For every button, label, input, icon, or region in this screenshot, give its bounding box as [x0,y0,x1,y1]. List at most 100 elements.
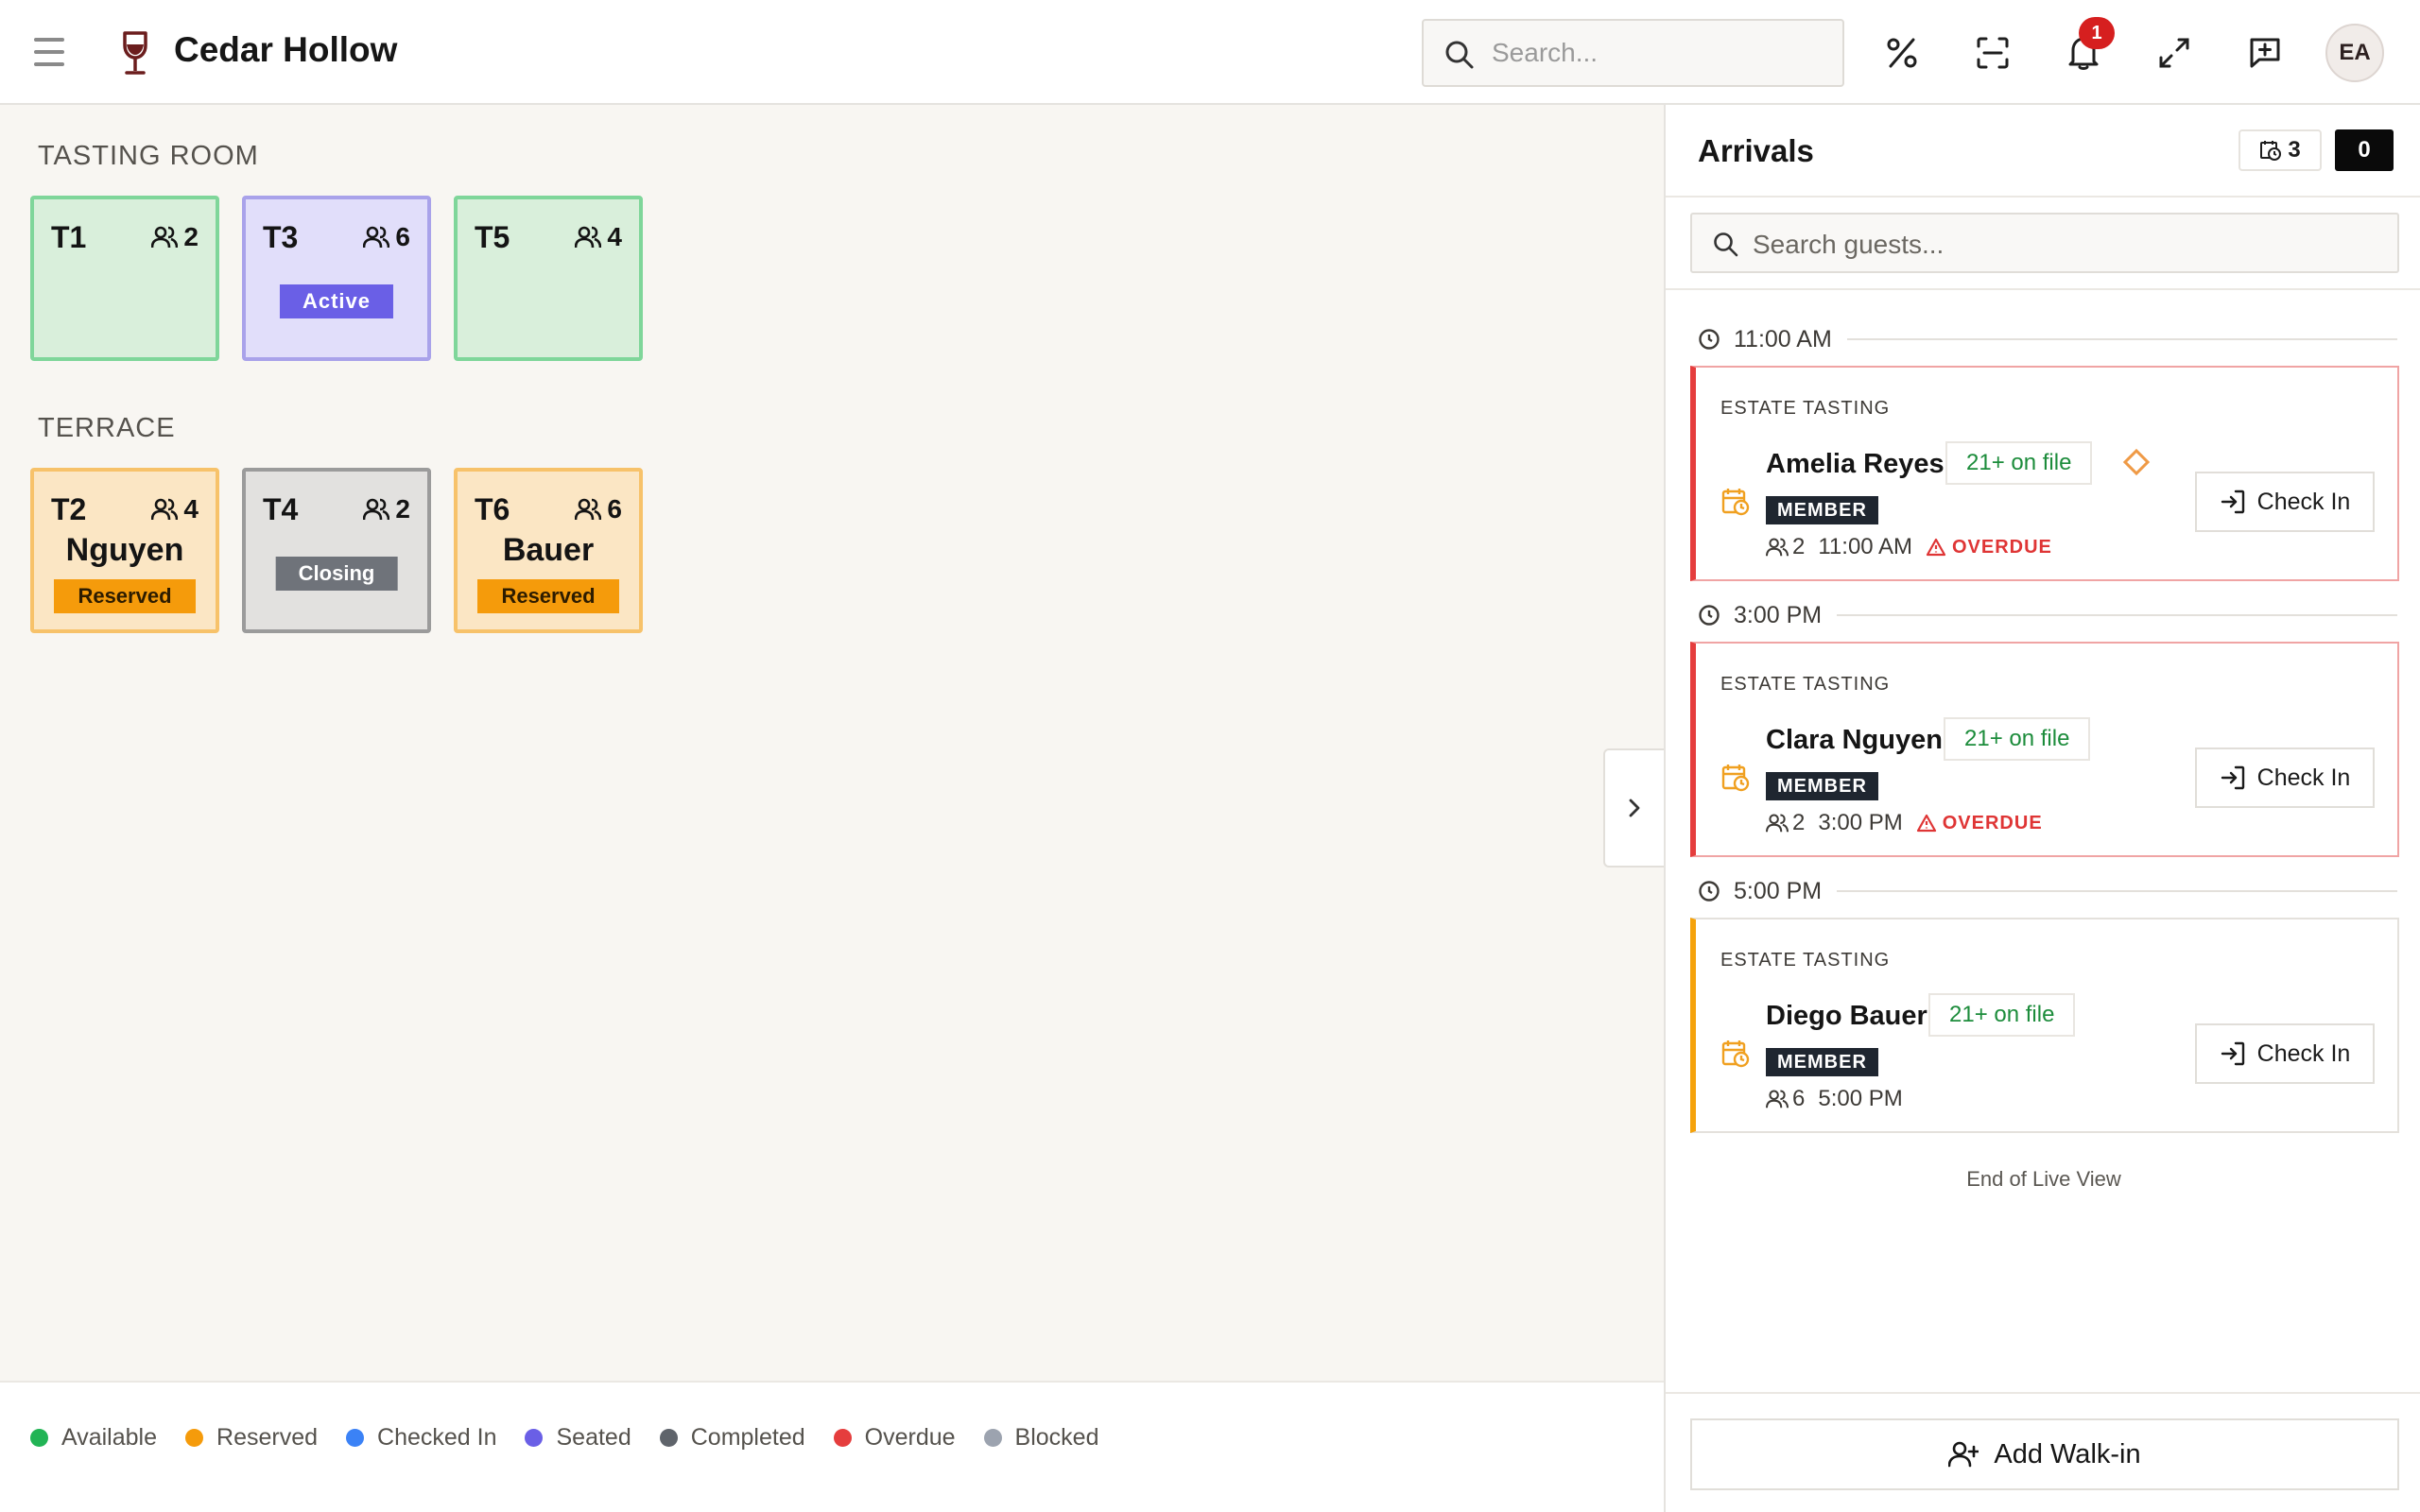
party-size: 6 [1766,1086,1805,1112]
arrivals-count-badge[interactable]: 3 [2238,129,2322,171]
reservation-meta: 6 5:00 PM [1766,1086,1903,1112]
login-icon [2221,490,2244,514]
reserved-dot-icon [185,1429,204,1447]
arrivals-panel: Arrivals 3 0 11:00 AM ESTATE TASTING Ame… [1664,105,2420,1512]
warning-icon [1916,814,1936,833]
legend-item-reserved: Reserved [185,1424,318,1452]
global-search-input[interactable] [1492,34,1832,72]
check-in-label: Check In [2256,764,2351,791]
arrivals-count: 3 [2288,137,2301,163]
note-diamond-icon[interactable] [2122,448,2151,476]
scan-icon[interactable] [1974,34,2012,72]
table-card-t4[interactable]: T4 2 Closing [242,468,431,633]
member-tag: MEMBER [1766,772,1878,800]
check-in-button[interactable]: Check In [2195,472,2375,532]
reservation-time: 5:00 PM [1818,1086,1903,1111]
guest-search-input[interactable] [1753,226,2377,264]
wine-glass-icon [123,31,147,75]
collapse-panel-button[interactable] [1603,748,1664,868]
reservation-type: ESTATE TASTING [1720,398,1891,419]
percent-slash-icon[interactable] [1883,34,1921,72]
time-group-label: 5:00 PM [1734,877,1823,904]
section-title-terrace: TERRACE [38,413,176,443]
end-of-list-label: End of Live View [1966,1167,2121,1191]
legend-label: Overdue [864,1424,956,1451]
reservation-card[interactable]: ESTATE TASTING Diego Bauer 21+ on file M… [1690,918,2399,1133]
calendar-clock-icon [1721,489,1750,516]
add-walk-in-button[interactable]: Add Walk-in [1690,1418,2399,1490]
capacity-value: 6 [395,222,410,251]
notification-badge: 1 [2079,17,2115,49]
available-dot-icon [30,1429,48,1447]
global-search[interactable] [1422,19,1844,87]
feedback-icon[interactable] [2246,34,2284,72]
guest-name[interactable]: Amelia Reyes [1766,449,1945,480]
check-in-button[interactable]: Check In [2195,1023,2375,1084]
reservation-meta: 2 11:00 AM OVERDUE [1766,534,2052,560]
warning-icon [1926,538,1946,557]
time-group-label: 3:00 PM [1734,601,1823,628]
reservation-time: 3:00 PM [1818,810,1903,835]
legend-item-seated: Seated [525,1424,631,1452]
capacity-value: 2 [183,222,199,251]
table-card-t2[interactable]: T2 4 Nguyen Reserved [30,468,219,633]
guest-name[interactable]: Clara Nguyen [1766,725,1943,756]
legend-label: Reserved [216,1424,319,1451]
table-card-t3[interactable]: T3 6 Active [242,196,431,361]
check-in-button[interactable]: Check In [2195,747,2375,808]
user-avatar[interactable]: EA [2325,24,2384,82]
time-group-header: 5:00 PM [1698,874,2397,908]
guests-icon [1766,814,1789,833]
party-size: 2 [1766,534,1805,560]
menu-icon[interactable] [34,38,64,66]
table-capacity: 6 [363,222,410,252]
guest-name[interactable]: Diego Bauer [1766,1001,1927,1032]
calendar-clock-icon [2260,141,2282,161]
time-group-header: 11:00 AM [1698,322,2397,356]
search-icon [1445,41,1474,69]
clock-icon [1699,329,1720,350]
legend-item-blocked: Blocked [983,1424,1098,1452]
reservation-card[interactable]: ESTATE TASTING Clara Nguyen 21+ on file … [1690,642,2399,857]
table-guest-name: Nguyen [65,532,184,568]
table-card-t1[interactable]: T1 2 [30,196,219,361]
table-card-t6[interactable]: T6 6 Bauer Reserved [454,468,643,633]
guests-icon [151,498,179,521]
calendar-clock-icon [1721,765,1750,792]
overdue-flag: OVERDUE [1916,813,2043,834]
legend-label: Checked In [377,1424,497,1451]
guest-search[interactable] [1690,213,2399,273]
floor-plan: TASTING ROOM T1 2 T3 6 Active T5 4 TERRA… [0,105,1664,1381]
table-name: T2 [51,492,87,526]
legend-item-completed: Completed [659,1424,805,1452]
table-name: T5 [475,220,510,254]
add-walk-in-label: Add Walk-in [1994,1438,2141,1469]
calendar-clock-icon [1721,1040,1750,1068]
search-icon [1714,232,1738,257]
chevron-right-icon [1629,799,1640,817]
overdue-label: OVERDUE [1942,812,2043,833]
divider [1837,614,2397,616]
age-verified-chip: 21+ on file [1944,717,2091,761]
expand-icon[interactable] [2155,34,2193,72]
section-title-tasting-room: TASTING ROOM [38,141,259,171]
member-tag: MEMBER [1766,496,1878,524]
reservation-card[interactable]: ESTATE TASTING Amelia Reyes 21+ on file … [1690,366,2399,581]
status-badge: Closing [275,557,398,591]
legend-item-overdue: Overdue [833,1424,956,1452]
capacity-value: 2 [395,494,410,524]
capacity-value: 6 [607,494,622,524]
member-tag: MEMBER [1766,1048,1878,1076]
guests-icon [575,226,602,249]
table-card-t5[interactable]: T5 4 [454,196,643,361]
dark-count-badge[interactable]: 0 [2335,129,2394,171]
overdue-dot-icon [833,1429,852,1447]
check-in-label: Check In [2256,1040,2351,1067]
status-badge: Reserved [477,579,619,613]
guests-icon [575,498,602,521]
time-group-header: 3:00 PM [1698,598,2397,632]
reservation-meta: 2 3:00 PM OVERDUE [1766,810,2043,836]
table-name: T1 [51,220,87,254]
blocked-dot-icon [983,1429,1002,1447]
guests-icon [1766,1090,1789,1108]
